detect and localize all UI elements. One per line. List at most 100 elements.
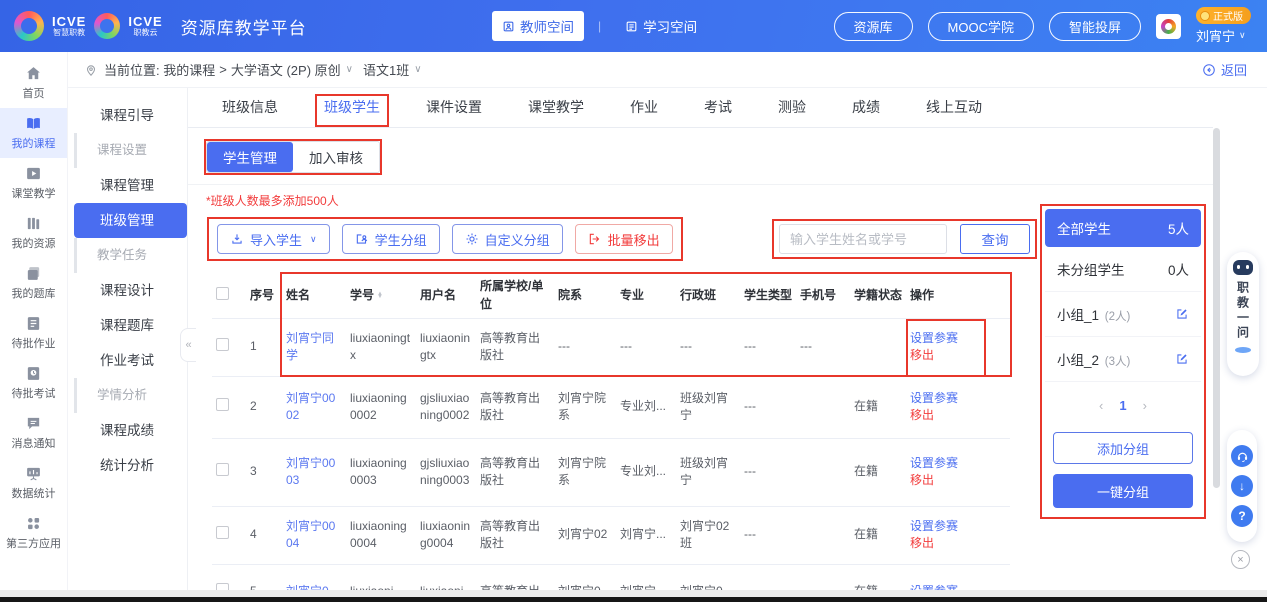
app-shortcut-icon[interactable] [1156, 14, 1181, 39]
tab-classroom-teaching[interactable]: 课堂教学 [528, 88, 584, 127]
cell-student-id: liuxiaoning0004 [346, 506, 416, 564]
download-center-icon[interactable]: ↓ [1231, 475, 1253, 497]
import-students-button[interactable]: 导入学生 ∨ [217, 224, 330, 254]
batch-remove-button[interactable]: 批量移出 [575, 224, 673, 254]
set-competition-link[interactable]: 设置参赛 [910, 330, 1006, 347]
page-prev-icon[interactable]: ‹ [1099, 398, 1103, 413]
query-button[interactable]: 查询 [960, 224, 1030, 254]
row-checkbox[interactable] [216, 583, 229, 590]
row-checkbox[interactable] [216, 398, 229, 411]
remove-student-link[interactable]: 移出 [910, 535, 1006, 552]
bookshelf-icon [25, 215, 42, 232]
sidebar-collapse-handle[interactable]: « [180, 328, 196, 362]
student-name-link[interactable]: 刘宵宁同学 [286, 331, 334, 362]
menu-item-course-guide[interactable]: 课程引导 [68, 98, 187, 133]
set-competition-link[interactable]: 设置参赛 [910, 583, 1006, 590]
menu-item-statistical-analysis[interactable]: 统计分析 [68, 448, 187, 483]
tab-grades[interactable]: 成绩 [852, 88, 880, 127]
sidebar-item-homework-to-grade[interactable]: 待批作业 [0, 308, 67, 358]
one-click-group-button[interactable]: 一键分组 [1053, 474, 1193, 508]
tab-online-interaction[interactable]: 线上互动 [926, 88, 982, 127]
add-group-button[interactable]: 添加分组 [1053, 432, 1193, 464]
page-number[interactable]: 1 [1119, 398, 1126, 413]
row-checkbox[interactable] [216, 526, 229, 539]
smart-casting-link[interactable]: 智能投屏 [1049, 12, 1141, 41]
nav-learning-space[interactable]: 学习空间 [615, 11, 707, 41]
menu-item-course-design[interactable]: 课程设计 [68, 273, 187, 308]
group-all-students[interactable]: 全部学生 5人 [1045, 209, 1201, 247]
main-content: 班级信息 班级学生 课件设置 课堂教学 作业 考试 测验 成绩 线上互动 学生管… [188, 88, 1213, 590]
user-block[interactable]: 正式版 刘宵宁 ∨ [1196, 7, 1251, 45]
page-next-icon[interactable]: › [1143, 398, 1147, 413]
tab-courseware-settings[interactable]: 课件设置 [426, 88, 482, 127]
tab-class-students[interactable]: 班级学生 [324, 88, 380, 127]
sort-icon[interactable]: ▲▼ [377, 293, 383, 299]
student-search-input[interactable] [779, 224, 947, 254]
vertical-scrollbar[interactable] [1213, 128, 1220, 488]
sidebar-item-exams-to-grade[interactable]: 待批考试 [0, 358, 67, 408]
nav-teacher-space[interactable]: 教师空间 [492, 11, 584, 41]
group-ungrouped-students[interactable]: 未分组学生 0人 [1045, 247, 1201, 292]
mooc-college-link[interactable]: MOOC学院 [928, 12, 1034, 41]
edit-group-icon[interactable] [1175, 307, 1189, 321]
remove-student-link[interactable]: 移出 [910, 347, 1006, 364]
breadcrumb-my-courses[interactable]: 我的课程 [163, 60, 215, 79]
student-name-link[interactable]: 刘宵宁0003 [286, 456, 335, 487]
set-competition-link[interactable]: 设置参赛 [910, 390, 1006, 407]
remove-student-link[interactable]: 移出 [910, 407, 1006, 424]
menu-item-course-grades[interactable]: 课程成绩 [68, 413, 187, 448]
user-menu[interactable]: 刘宵宁 ∨ [1196, 26, 1246, 45]
group-name-label: 小组_1 [1057, 308, 1099, 323]
main-sidebar: 首页 我的课程 课堂教学 我的资源 我的题库 待批作业 待批考试 消息通知 [0, 52, 68, 590]
sidebar-item-third-party-apps[interactable]: 第三方应用 [0, 508, 67, 558]
row-checkbox[interactable] [216, 338, 229, 351]
group-item-2[interactable]: 小组_2 (3人) [1045, 337, 1201, 382]
student-name-link[interactable]: 刘宵宁0004 [286, 519, 335, 550]
menu-item-class-management[interactable]: 班级管理 [74, 203, 187, 238]
subtab-student-management[interactable]: 学生管理 [207, 142, 293, 172]
tab-homework[interactable]: 作业 [630, 88, 658, 127]
menu-item-course-management[interactable]: 课程管理 [68, 168, 187, 203]
cell-major: 专业刘... [616, 376, 676, 438]
back-arrow-icon [1202, 63, 1216, 77]
sidebar-item-my-resources[interactable]: 我的资源 [0, 208, 67, 258]
help-icon[interactable]: ? [1231, 505, 1253, 527]
sidebar-item-classroom-teaching[interactable]: 课堂教学 [0, 158, 67, 208]
close-icon[interactable]: × [1231, 550, 1250, 569]
tab-class-info[interactable]: 班级信息 [222, 88, 278, 127]
breadcrumb: 当前位置: 我的课程 > 大学语文 (2P) 原创 ∨ 语文1班 ∨ 返回 [68, 52, 1267, 88]
select-all-checkbox[interactable] [216, 287, 229, 300]
menu-item-homework-exam[interactable]: 作业考试 [68, 343, 187, 378]
customer-service-icon[interactable] [1231, 445, 1253, 467]
student-name-link[interactable]: 刘宵宁0002 [286, 391, 335, 422]
assistant-widget[interactable]: 职教一问 [1227, 252, 1259, 376]
tab-quiz[interactable]: 测验 [778, 88, 806, 127]
menu-item-course-question-bank[interactable]: 课程题库 [68, 308, 187, 343]
chevron-down-icon[interactable]: ∨ [414, 64, 421, 75]
sidebar-item-notifications[interactable]: 消息通知 [0, 408, 67, 458]
cell-phone [796, 564, 850, 590]
edit-group-icon[interactable] [1175, 352, 1189, 366]
remove-student-link[interactable]: 移出 [910, 472, 1006, 489]
sidebar-item-my-question-bank[interactable]: 我的题库 [0, 258, 67, 308]
group-pagination: ‹ 1 › [1045, 382, 1201, 428]
custom-grouping-button[interactable]: 自定义分组 [452, 224, 563, 254]
breadcrumb-class-select[interactable]: 语文1班 [363, 60, 409, 79]
book-icon [25, 115, 42, 132]
chevron-down-icon[interactable]: ∨ [346, 64, 353, 75]
sidebar-item-my-courses[interactable]: 我的课程 [0, 108, 67, 158]
back-button[interactable]: 返回 [1202, 60, 1247, 79]
breadcrumb-course-select[interactable]: 大学语文 (2P) 原创 [231, 60, 341, 79]
subtab-join-review[interactable]: 加入审核 [293, 142, 379, 172]
sidebar-item-data-statistics[interactable]: 数据统计 [0, 458, 67, 508]
row-checkbox[interactable] [216, 463, 229, 476]
resource-library-link[interactable]: 资源库 [834, 12, 913, 41]
sidebar-item-home[interactable]: 首页 [0, 58, 67, 108]
student-grouping-button[interactable]: 学生分组 [342, 224, 440, 254]
col-operations: 操作 [906, 274, 1010, 318]
group-item-1[interactable]: 小组_1 (2人) [1045, 292, 1201, 337]
set-competition-link[interactable]: 设置参赛 [910, 455, 1006, 472]
set-competition-link[interactable]: 设置参赛 [910, 518, 1006, 535]
col-student-id[interactable]: 学号▲▼ [346, 274, 416, 318]
tab-exam[interactable]: 考试 [704, 88, 732, 127]
